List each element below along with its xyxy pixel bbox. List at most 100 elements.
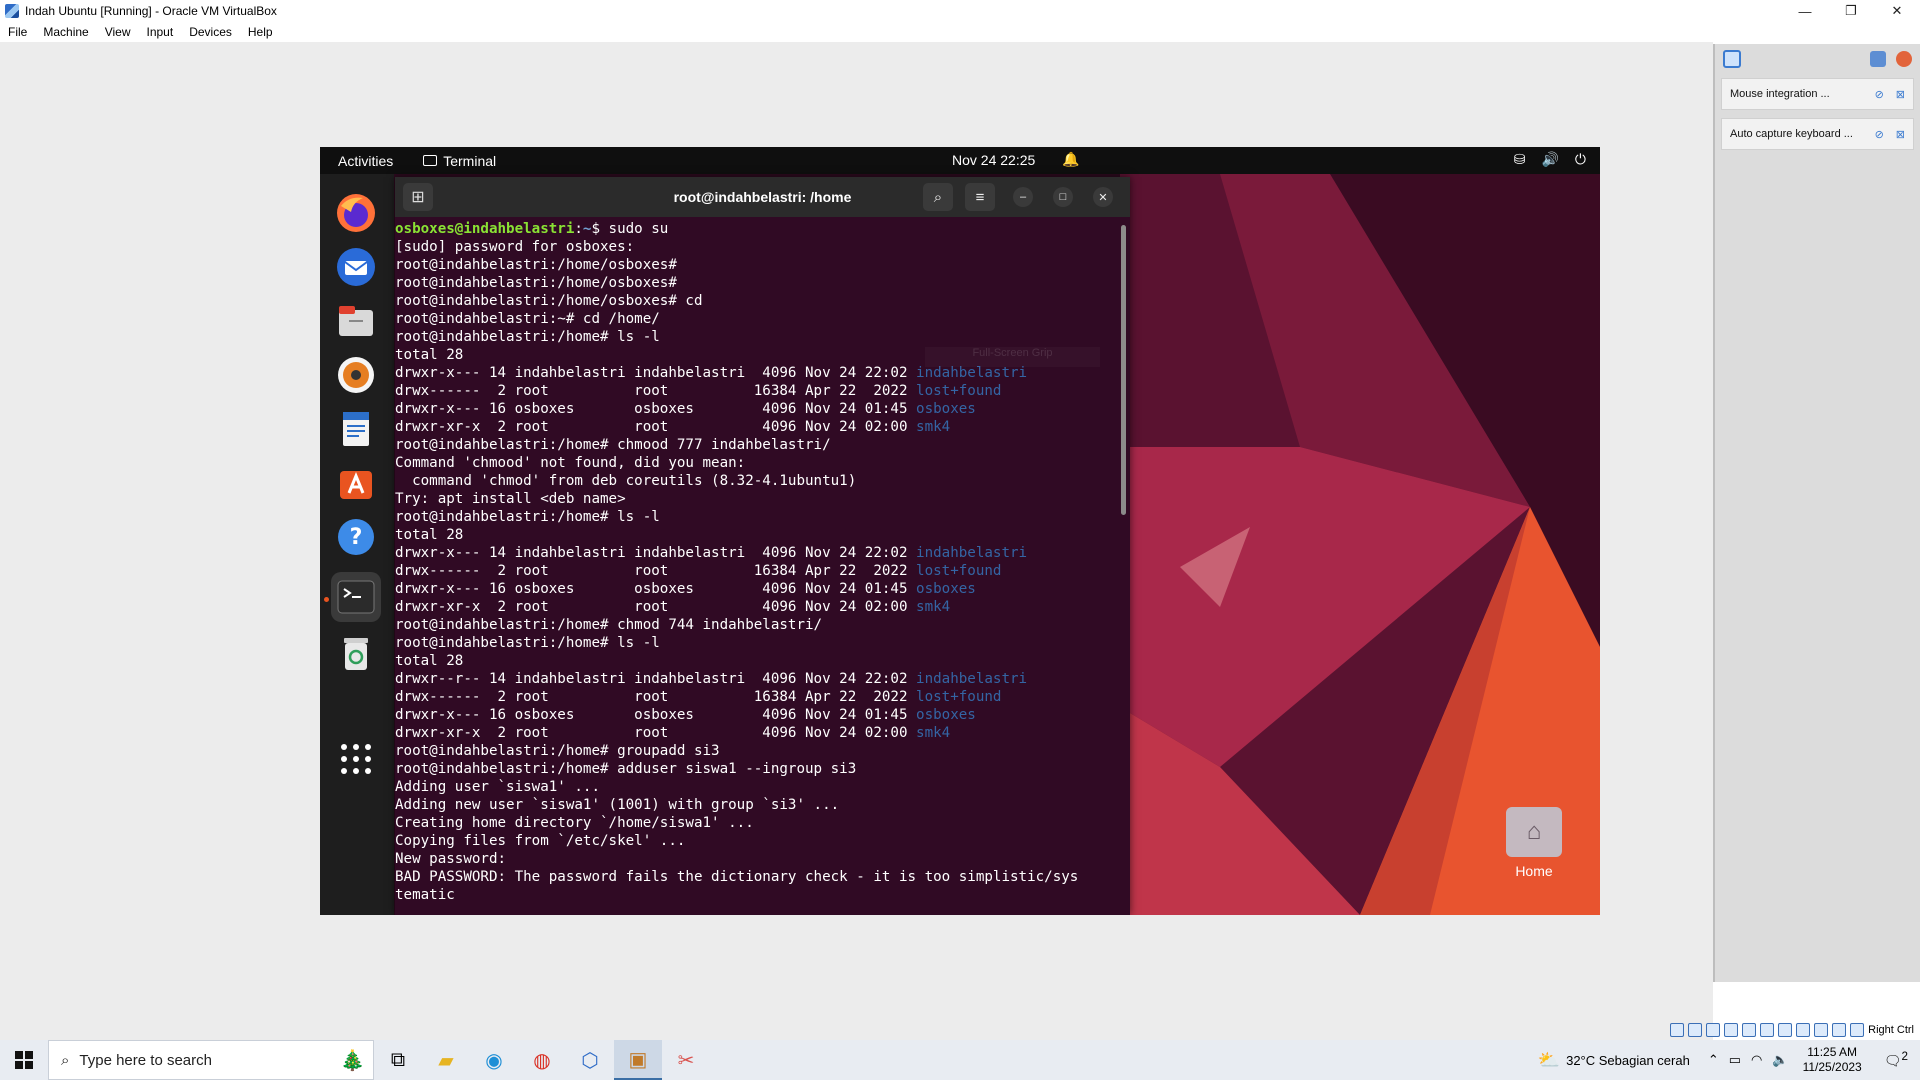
dont-show-icon[interactable]: ⊘ <box>1875 128 1884 141</box>
terminal-dock-icon[interactable] <box>331 572 381 622</box>
display-icon[interactable] <box>1778 1023 1793 1037</box>
terminal-window[interactable]: ⊞ root@indahbelastri: /home ⌕ ≡ – □ ✕ os… <box>395 177 1130 915</box>
mouse-integration-icon[interactable] <box>1832 1023 1847 1037</box>
hard-disk-icon[interactable] <box>1670 1023 1685 1037</box>
terminal-output[interactable]: osboxes@indahbelastri:~$ sudo su [sudo] p… <box>395 217 1130 915</box>
file-explorer-icon[interactable]: ▰ <box>422 1040 470 1080</box>
search-button[interactable]: ⌕ <box>923 183 953 211</box>
terminal-text: drwxr-x--- 16 osboxes osboxes 4096 Nov 2… <box>395 581 917 597</box>
help-icon[interactable]: ? <box>331 512 381 562</box>
firefox-icon[interactable] <box>331 188 381 238</box>
menu-input[interactable]: Input <box>139 25 182 39</box>
rhythmbox-icon[interactable] <box>331 350 381 400</box>
close-terminal-button[interactable]: ✕ <box>1093 187 1113 207</box>
writer-icon[interactable] <box>331 404 381 454</box>
terminal-line: root@indahbelastri:/home# ls -l <box>395 508 1130 526</box>
weather-icon: ⛅ <box>1537 1049 1561 1070</box>
dont-show-icon[interactable]: ⊘ <box>1875 88 1884 101</box>
system-tray[interactable]: ⛁ 🔊 ⏻ <box>1514 151 1586 168</box>
vbox-titlebar: Indah Ubuntu [Running] - Oracle VM Virtu… <box>0 0 1920 22</box>
close-icon[interactable]: ⊠ <box>1896 88 1905 101</box>
guest-screen[interactable]: Activities Terminal Nov 24 22:25 🔔 ⛁ 🔊 ⏻ <box>320 147 1600 915</box>
restore-button[interactable]: ❐ <box>1828 0 1874 22</box>
audio-icon[interactable] <box>1706 1023 1721 1037</box>
dismiss-all-icon[interactable] <box>1896 51 1912 67</box>
terminal-text: root@indahbelastri:/home# ls -l <box>395 509 660 525</box>
terminal-line: drwxr--r-- 14 indahbelastri indahbelastr… <box>395 670 1130 688</box>
hamburger-menu-button[interactable]: ≡ <box>965 183 995 211</box>
start-button[interactable] <box>0 1040 48 1080</box>
terminal-text: lost+found <box>916 689 1002 705</box>
usb-icon[interactable] <box>1742 1023 1757 1037</box>
terminal-text: root@indahbelastri:/home# ls -l <box>395 635 660 651</box>
terminal-text: smk4 <box>916 419 951 435</box>
trash-icon[interactable] <box>331 628 381 678</box>
action-center-icon[interactable]: 🗨2 <box>1872 1050 1920 1070</box>
terminal-text: drwxr-x--- 16 osboxes osboxes 4096 Nov 2… <box>395 401 917 417</box>
menu-view[interactable]: View <box>97 25 139 39</box>
bell-icon[interactable]: 🔔 <box>1062 151 1079 168</box>
taskbar-search[interactable]: ⌕ Type here to search 🎄 <box>48 1040 374 1080</box>
taskbar-clock[interactable]: 11:25 AM 11/25/2023 <box>1793 1045 1872 1075</box>
show-apps-icon[interactable] <box>331 734 381 784</box>
terminal-line: drwxr-xr-x 2 root root 4096 Nov 24 02:00… <box>395 418 1130 436</box>
optical-drive-icon[interactable] <box>1688 1023 1703 1037</box>
terminal-line: root@indahbelastri:/home# ls -l <box>395 328 1130 346</box>
menu-help[interactable]: Help <box>240 25 281 39</box>
menu-devices[interactable]: Devices <box>181 25 240 39</box>
terminal-line: drwx------ 2 root root 16384 Apr 22 2022… <box>395 688 1130 706</box>
show-hidden-icons-icon[interactable]: ⌃ <box>1708 1052 1719 1068</box>
meet-now-icon[interactable]: ▭ <box>1729 1052 1741 1068</box>
close-button[interactable]: ✕ <box>1874 0 1920 22</box>
terminal-text: [sudo] password for osboxes: <box>395 239 635 255</box>
app-menu-label: Terminal <box>443 152 497 169</box>
maximize-terminal-button[interactable]: □ <box>1053 187 1073 207</box>
window-title: Indah Ubuntu [Running] - Oracle VM Virtu… <box>25 4 277 18</box>
terminal-text: total 28 <box>395 347 464 363</box>
keep-messages-icon[interactable] <box>1870 51 1886 67</box>
notification-center-icon[interactable] <box>1723 50 1741 68</box>
terminal-scrollbar[interactable] <box>1121 225 1126 515</box>
terminal-text: indahbelastri <box>916 671 1028 687</box>
search-icon: ⌕ <box>61 1051 70 1069</box>
close-icon[interactable]: ⊠ <box>1896 128 1905 141</box>
snipping-tool-icon[interactable]: ✂ <box>662 1040 710 1080</box>
recording-icon[interactable] <box>1796 1023 1811 1037</box>
activities-button[interactable]: Activities <box>320 153 411 169</box>
minimize-button[interactable]: — <box>1782 0 1828 22</box>
wifi-icon[interactable]: ◠ <box>1751 1052 1762 1068</box>
app-menu-terminal[interactable]: Terminal <box>411 153 496 169</box>
app-center-icon[interactable] <box>331 458 381 508</box>
network-icon: ⛁ <box>1513 151 1526 167</box>
edge-icon[interactable]: ◉ <box>470 1040 518 1080</box>
virtualbox-manager-icon[interactable]: ⬡ <box>566 1040 614 1080</box>
terminal-text: root@indahbelastri:/home# groupadd si3 <box>395 743 720 759</box>
clock[interactable]: Nov 24 22:25 <box>952 152 1035 168</box>
network-adapter-icon[interactable] <box>1724 1023 1739 1037</box>
date: 11/25/2023 <box>1802 1060 1862 1074</box>
cpu-icon[interactable] <box>1814 1023 1829 1037</box>
shared-folders-icon[interactable] <box>1760 1023 1775 1037</box>
minimize-terminal-button[interactable]: – <box>1013 187 1033 207</box>
terminal-line: Creating home directory `/home/siswa1' .… <box>395 814 1130 832</box>
menu-file[interactable]: File <box>0 25 35 39</box>
keyboard-icon[interactable] <box>1850 1023 1865 1037</box>
notification-count: 2 <box>1901 1050 1908 1064</box>
volume-muted-icon[interactable]: 🔈 <box>1772 1052 1788 1068</box>
menu-machine[interactable]: Machine <box>35 25 96 39</box>
notification-auto-capture[interactable]: Auto capture keyboard ... ⊘ ⊠ <box>1721 118 1914 150</box>
terminal-text: total 28 <box>395 527 464 543</box>
thunderbird-icon[interactable] <box>331 242 381 292</box>
files-icon[interactable] <box>331 296 381 346</box>
vbox-menubar: File Machine View Input Devices Help <box>0 22 1920 42</box>
virtualbox-vm-icon[interactable]: ▣ <box>614 1040 662 1080</box>
chrome-icon[interactable]: ◍ <box>518 1040 566 1080</box>
notification-mouse-integration[interactable]: Mouse integration ... ⊘ ⊠ <box>1721 78 1914 110</box>
weather-text[interactable]: 32°C Sebagian cerah <box>1566 1053 1690 1068</box>
terminal-text: indahbelastri <box>916 365 1028 381</box>
terminal-line: root@indahbelastri:/home# groupadd si3 <box>395 742 1130 760</box>
terminal-headerbar[interactable]: ⊞ root@indahbelastri: /home ⌕ ≡ – □ ✕ <box>395 177 1130 217</box>
task-view-button[interactable]: ⧉ <box>374 1040 422 1080</box>
desktop-home-icon[interactable]: ⌂ Home <box>1503 807 1565 879</box>
terminal-text: osboxes@indahbelastri <box>395 221 575 237</box>
